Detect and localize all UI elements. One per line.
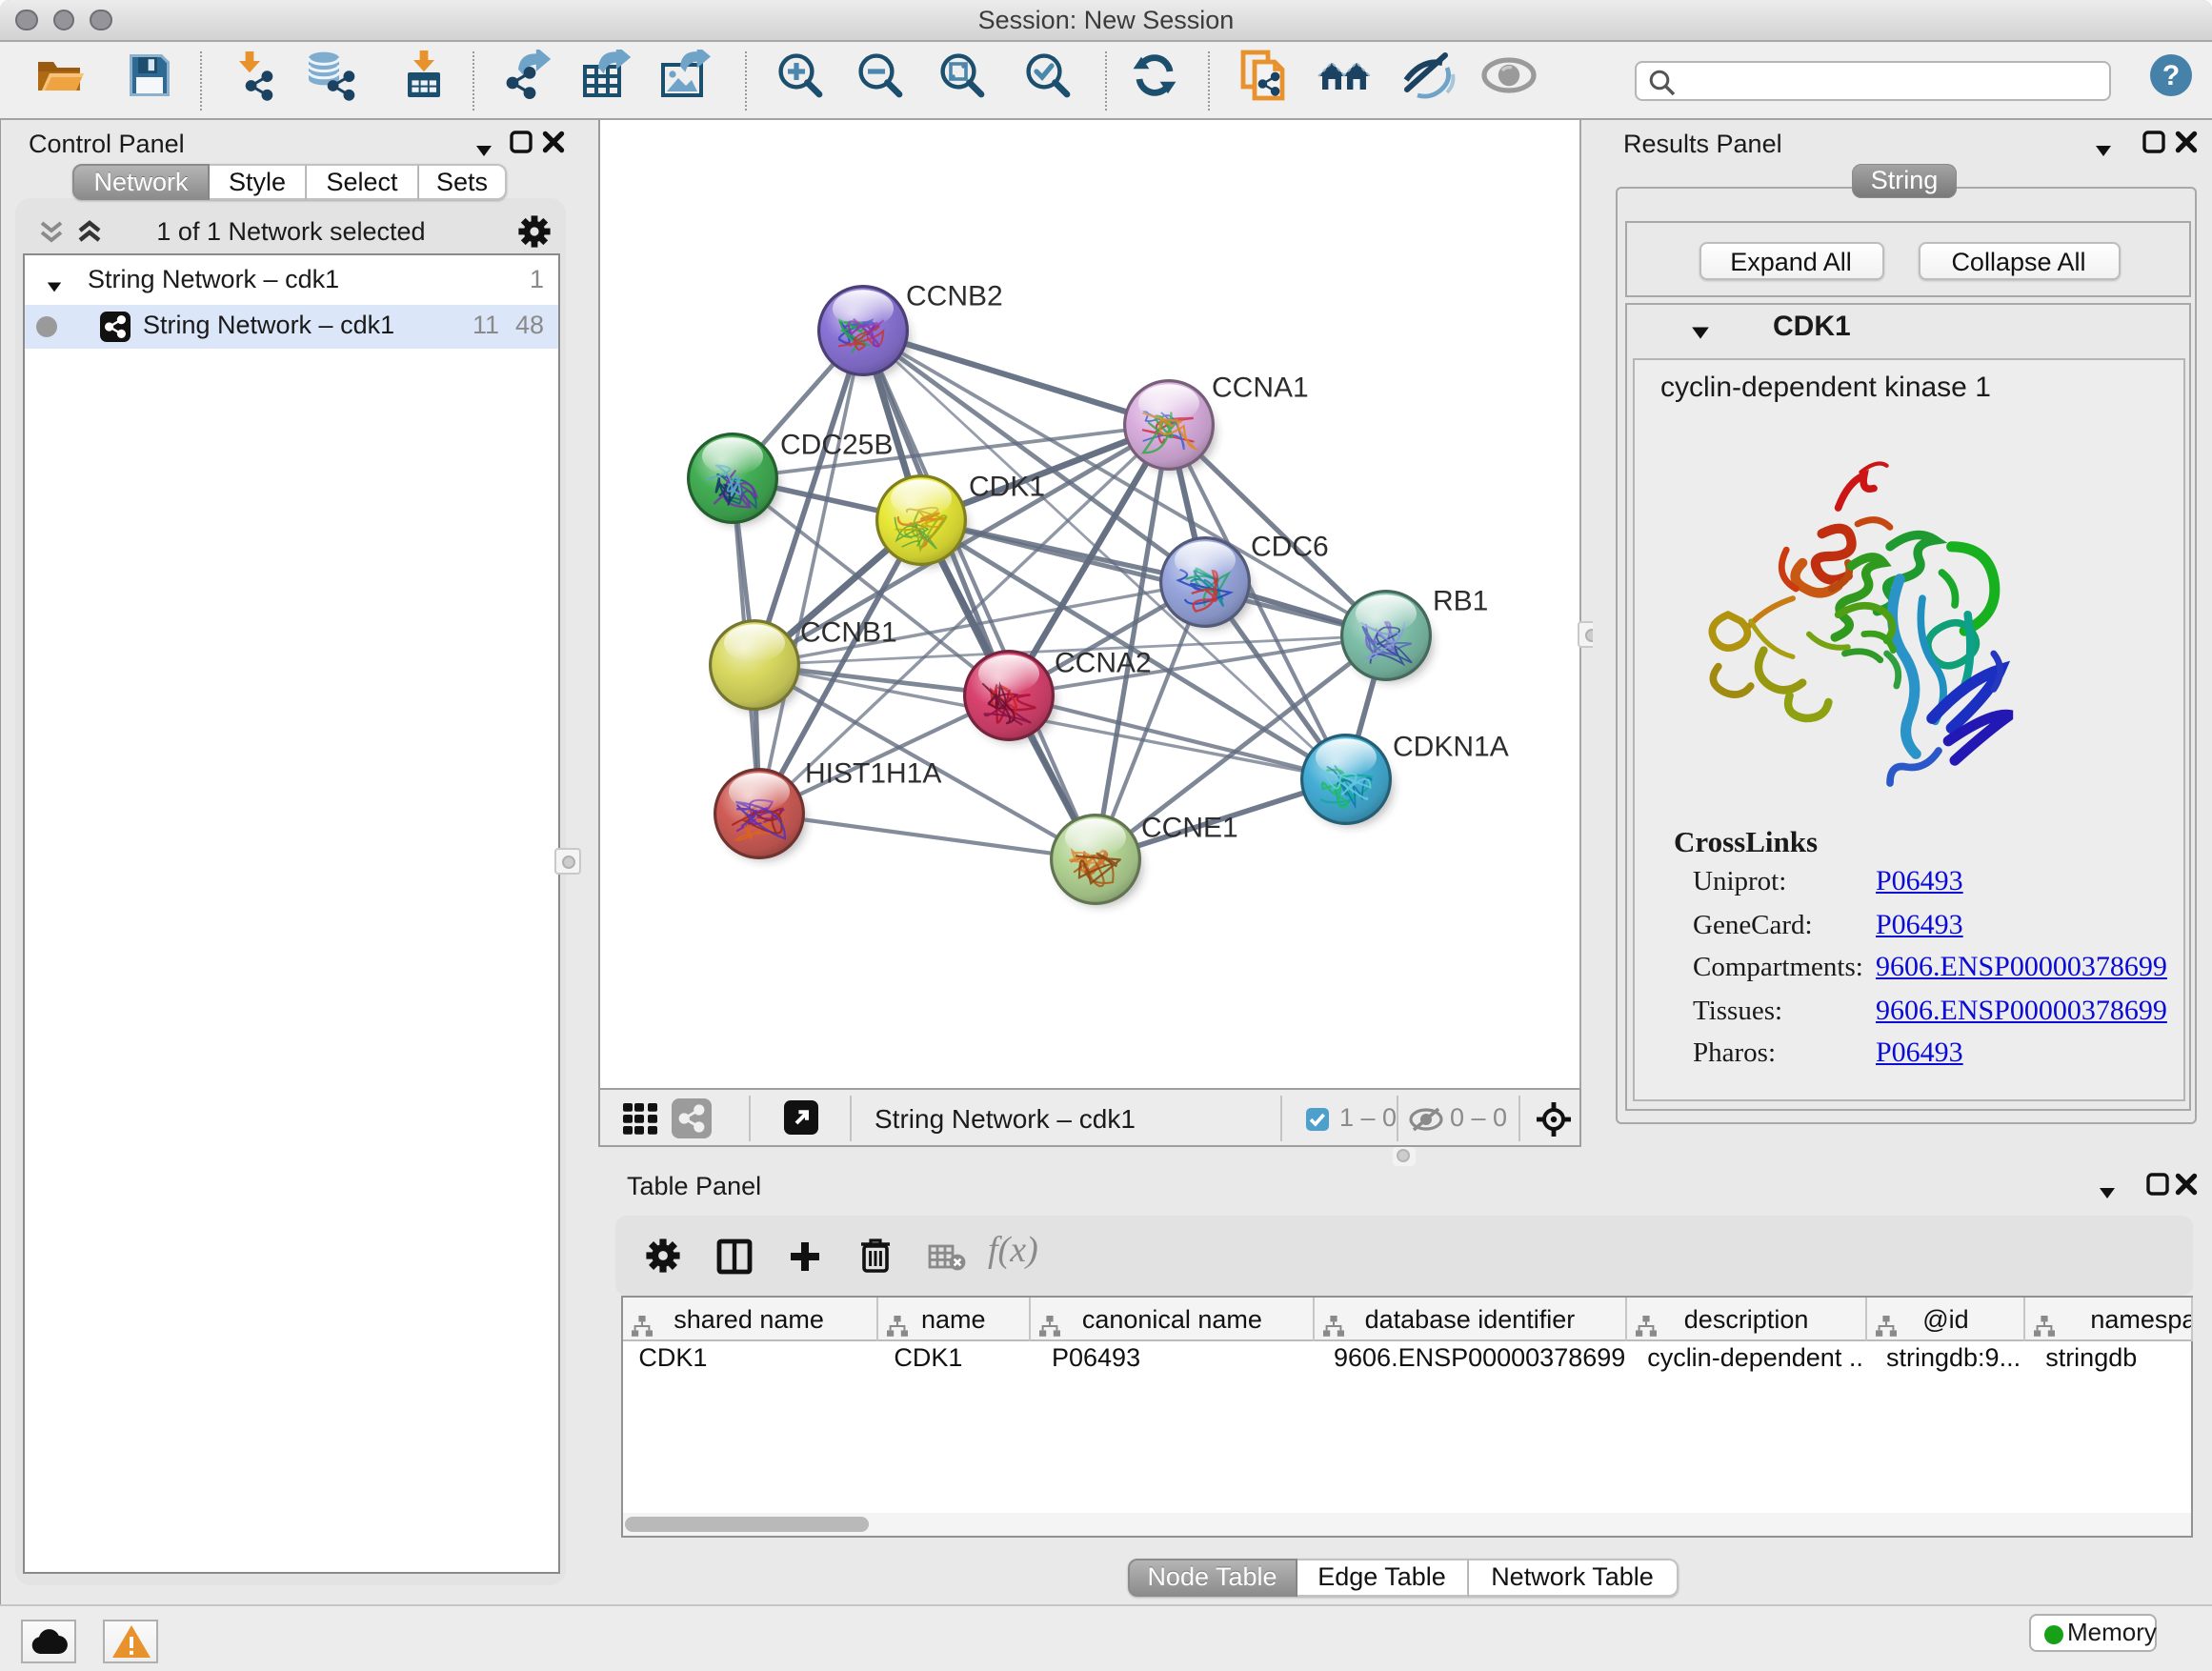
svg-text:CDC6: CDC6	[1251, 531, 1329, 562]
svg-text:CCNB1: CCNB1	[800, 616, 897, 648]
svg-text:RB1: RB1	[1433, 585, 1488, 616]
svg-text:CCNA1: CCNA1	[1212, 372, 1309, 403]
svg-text:CDC25B: CDC25B	[780, 429, 893, 460]
svg-text:?: ?	[2162, 60, 2180, 91]
svg-text:CDKN1A: CDKN1A	[1393, 731, 1509, 762]
svg-text:CCNB2: CCNB2	[906, 280, 1003, 312]
svg-text:CCNA2: CCNA2	[1055, 647, 1152, 678]
svg-text:CDK1: CDK1	[969, 471, 1045, 502]
svg-text:HIST1H1A: HIST1H1A	[805, 757, 941, 789]
svg-text:CCNE1: CCNE1	[1141, 812, 1238, 843]
